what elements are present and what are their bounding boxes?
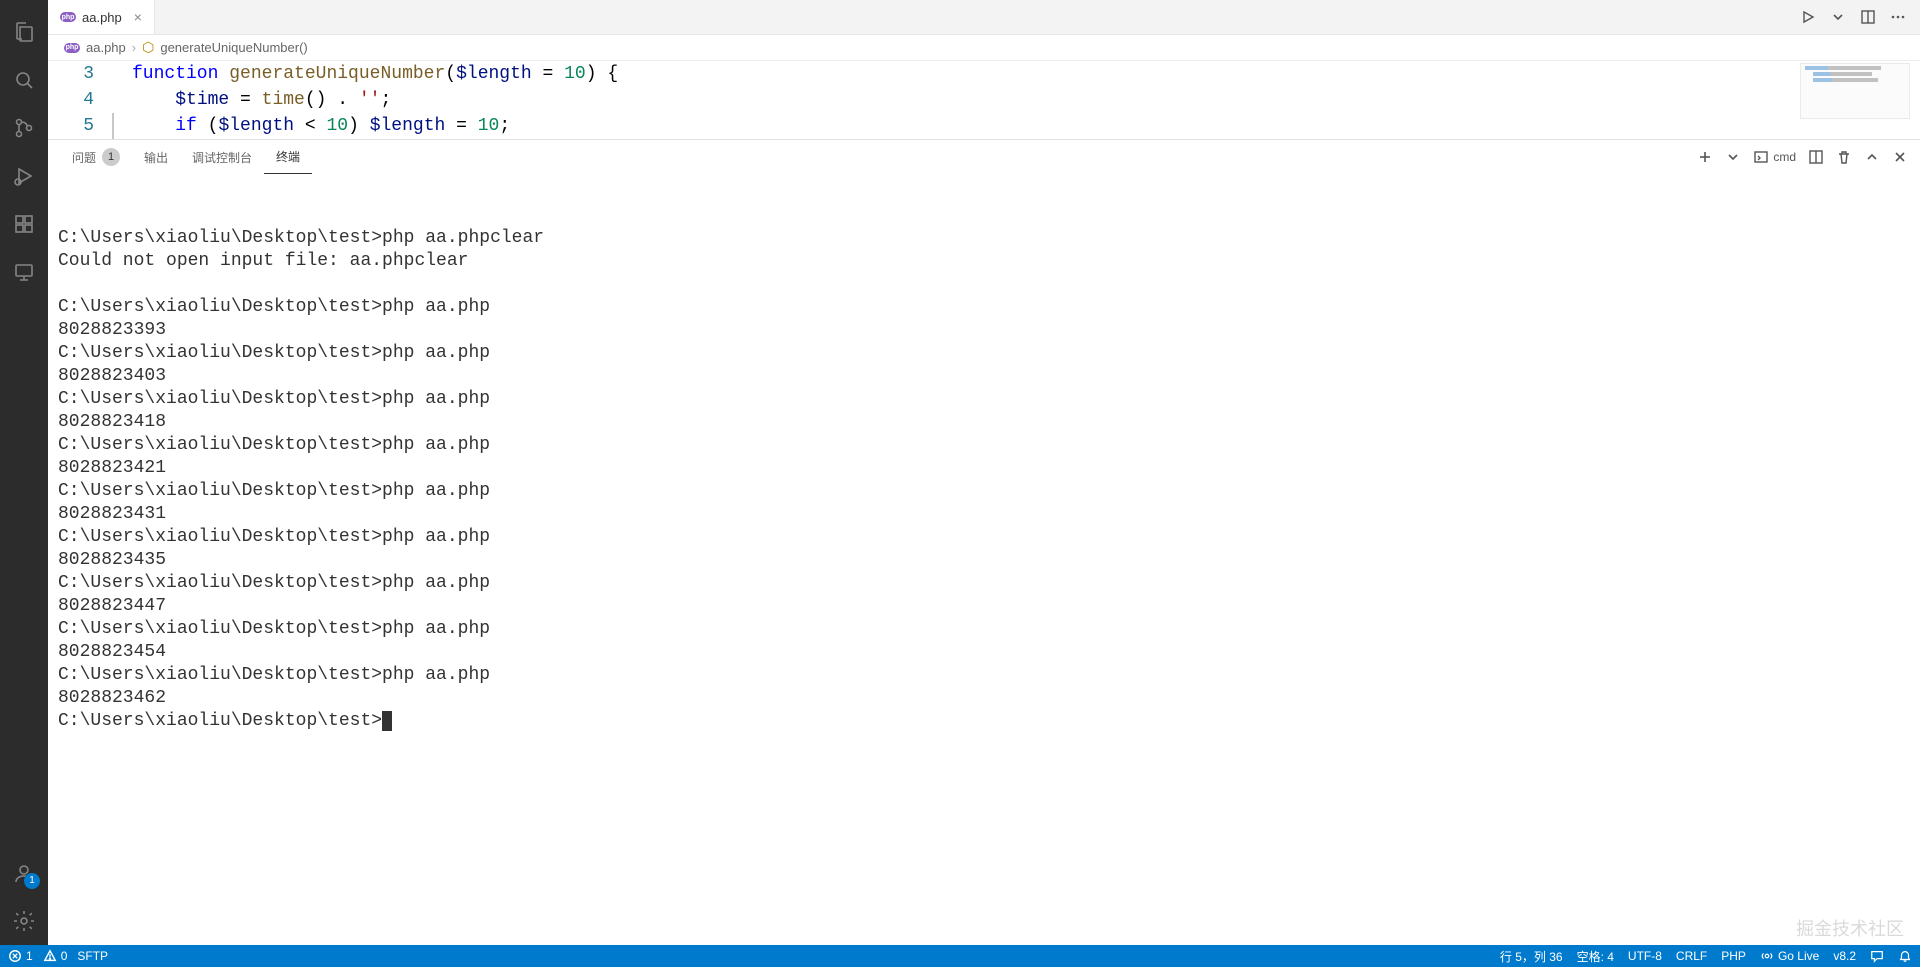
status-errors[interactable]: 1	[8, 949, 33, 963]
panel-tab-label: 问题	[72, 149, 96, 166]
run-chevron-down-icon[interactable]	[1830, 9, 1846, 25]
terminal-output[interactable]: C:\Users\xiaoliu\Desktop\test>php aa.php…	[48, 174, 1920, 945]
status-encoding[interactable]: UTF-8	[1628, 949, 1662, 963]
status-sftp[interactable]: SFTP	[77, 949, 108, 963]
tab-actions	[1800, 0, 1920, 34]
php-file-icon: php	[60, 12, 76, 22]
status-version[interactable]: v8.2	[1833, 949, 1856, 963]
explorer-icon[interactable]	[0, 8, 48, 56]
activity-bar: 1	[0, 0, 48, 945]
status-line-col[interactable]: 行 5，列 36	[1500, 948, 1563, 965]
panel-tab-terminal[interactable]: 终端	[264, 140, 312, 174]
panel-tab-label: 输出	[144, 149, 168, 166]
tab-filename: aa.php	[82, 10, 122, 25]
line-gutter: 345	[48, 61, 112, 139]
close-panel-icon[interactable]	[1892, 149, 1908, 165]
code-content[interactable]: function generateUniqueNumber($length = …	[112, 61, 1920, 139]
terminal-cursor	[382, 711, 392, 731]
breadcrumb[interactable]: php aa.php › ⬡ generateUniqueNumber()	[48, 35, 1920, 61]
run-file-icon[interactable]	[1800, 9, 1816, 25]
status-warnings[interactable]: 0	[43, 949, 68, 963]
panel-tab-problems[interactable]: 问题 1	[60, 140, 132, 174]
search-icon[interactable]	[0, 56, 48, 104]
line-number: 4	[48, 87, 94, 113]
terminal-dropdown-icon[interactable]	[1725, 149, 1741, 165]
kill-terminal-icon[interactable]	[1836, 149, 1852, 165]
panel-tab-debug[interactable]: 调试控制台	[180, 140, 264, 174]
more-actions-icon[interactable]	[1890, 9, 1906, 25]
status-bell-icon[interactable]	[1898, 949, 1912, 963]
status-bar: 1 0 SFTP 行 5，列 36 空格: 4 UTF-8 CRLF PHP G…	[0, 945, 1920, 967]
function-symbol-icon: ⬡	[142, 39, 154, 56]
panel-tab-output[interactable]: 输出	[132, 140, 180, 174]
editor-tab[interactable]: php aa.php ×	[48, 0, 155, 34]
status-golive[interactable]: Go Live	[1760, 949, 1819, 963]
panel-tab-label: 调试控制台	[192, 149, 252, 166]
status-eol[interactable]: CRLF	[1676, 949, 1707, 963]
account-badge: 1	[24, 873, 40, 889]
chevron-right-icon: ›	[132, 40, 136, 55]
terminal-shell-label[interactable]: cmd	[1753, 149, 1796, 165]
minimap[interactable]	[1800, 63, 1910, 119]
split-terminal-icon[interactable]	[1808, 149, 1824, 165]
run-debug-icon[interactable]	[0, 152, 48, 200]
panel-tab-label: 终端	[276, 148, 300, 165]
problems-count-badge: 1	[102, 148, 120, 166]
split-editor-icon[interactable]	[1860, 9, 1876, 25]
code-line[interactable]: $time = time() . '';	[112, 87, 1920, 113]
settings-gear-icon[interactable]	[0, 897, 48, 945]
main-area: 1 php aa.php ×	[0, 0, 1920, 945]
code-line[interactable]: function generateUniqueNumber($length = …	[112, 61, 1920, 87]
breadcrumb-file: aa.php	[86, 40, 126, 55]
breadcrumb-symbol: generateUniqueNumber()	[160, 40, 307, 55]
line-number: 5	[48, 113, 94, 139]
php-file-icon: php	[64, 43, 80, 53]
code-editor[interactable]: 345 function generateUniqueNumber($lengt…	[48, 61, 1920, 139]
extensions-icon[interactable]	[0, 200, 48, 248]
maximize-panel-icon[interactable]	[1864, 149, 1880, 165]
panel-actions: cmd	[1697, 149, 1908, 165]
account-icon[interactable]: 1	[0, 849, 48, 897]
bottom-panel: 问题 1 输出 调试控制台 终端	[48, 139, 1920, 945]
status-language[interactable]: PHP	[1721, 949, 1746, 963]
line-number: 3	[48, 61, 94, 87]
status-feedback-icon[interactable]	[1870, 949, 1884, 963]
remote-explorer-icon[interactable]	[0, 248, 48, 296]
new-terminal-icon[interactable]	[1697, 149, 1713, 165]
panel-tabs: 问题 1 输出 调试控制台 终端	[48, 140, 1920, 174]
content-area: php aa.php × php aa	[48, 0, 1920, 945]
close-tab-icon[interactable]: ×	[134, 9, 142, 25]
code-line[interactable]: if ($length < 10) $length = 10;	[112, 113, 1920, 139]
source-control-icon[interactable]	[0, 104, 48, 152]
tab-bar: php aa.php ×	[48, 0, 1920, 35]
status-spaces[interactable]: 空格: 4	[1577, 948, 1614, 965]
